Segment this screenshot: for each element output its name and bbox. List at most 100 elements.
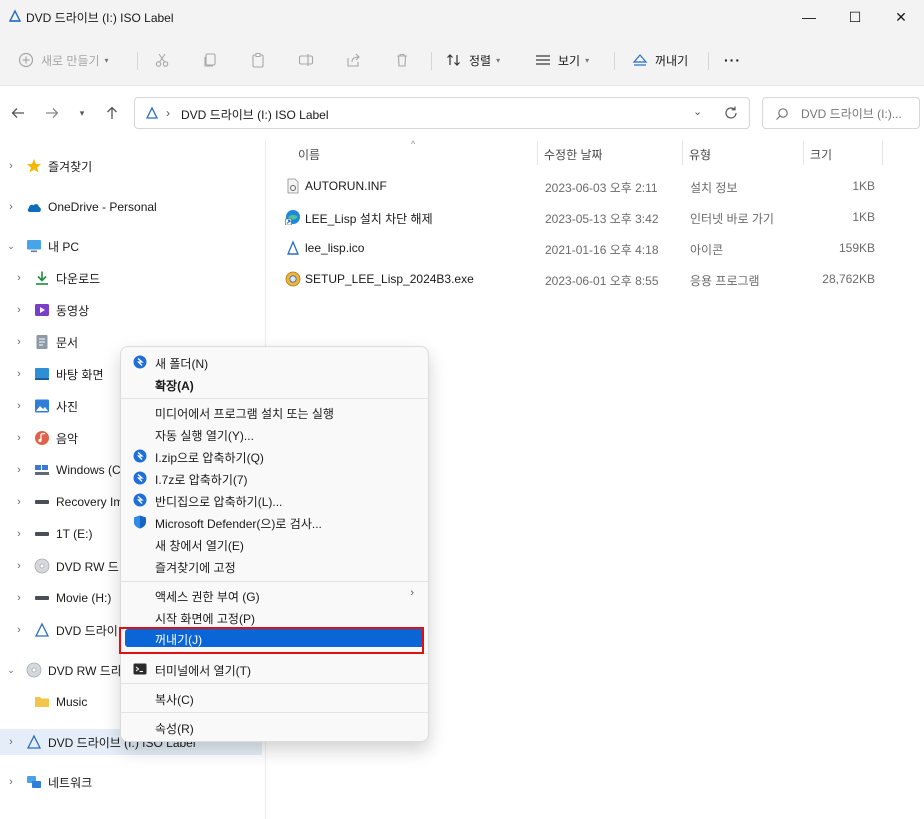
- more-options-button[interactable]: ···: [724, 46, 741, 74]
- chevron-right-icon[interactable]: ›: [14, 496, 24, 508]
- chevron-right-icon[interactable]: ›: [14, 528, 24, 540]
- menu-item-install-from-media[interactable]: 미디어에서 프로그램 설치 또는 실행: [125, 401, 424, 423]
- file-row[interactable]: AUTORUN.INF 2023-06-03 오후 2:11 설치 정보 1KB: [277, 172, 887, 200]
- share-button[interactable]: [346, 46, 362, 74]
- file-name: SETUP_LEE_Lisp_2024B3.exe: [305, 272, 474, 286]
- window-title: DVD 드라이브 (I:) ISO Label: [26, 11, 174, 25]
- arrow-left-icon: [11, 108, 24, 118]
- menu-item-give-access[interactable]: 액세스 권한 부여 (G) ›: [125, 584, 424, 606]
- chevron-right-icon[interactable]: ›: [14, 304, 24, 316]
- menu-item-copy[interactable]: 복사(C): [125, 687, 424, 709]
- column-header-name[interactable]: 이름: [298, 146, 320, 163]
- menu-item-compress-7z[interactable]: I.7z로 압축하기(7): [125, 467, 424, 489]
- chevron-right-icon[interactable]: ›: [6, 736, 16, 748]
- chevron-right-icon[interactable]: ›: [6, 201, 16, 213]
- nav-item-downloads[interactable]: › 다운로드: [0, 265, 262, 291]
- nav-item-label: Recovery Im: [56, 495, 124, 509]
- menu-item-new-folder[interactable]: 새 폴더(N): [125, 351, 424, 373]
- nav-item-this-pc[interactable]: ⌄ 내 PC: [0, 233, 262, 259]
- menu-item-expand[interactable]: 확장(A): [125, 373, 424, 395]
- forward-button[interactable]: [42, 103, 62, 123]
- menu-separator: [121, 581, 428, 582]
- menu-item-properties[interactable]: 속성(R): [125, 716, 424, 738]
- address-dropdown-icon[interactable]: ⌄: [693, 105, 702, 118]
- chevron-down-icon[interactable]: ⌄: [6, 241, 16, 252]
- sort-button[interactable]: 정렬 ▾: [446, 46, 500, 74]
- menu-item-pin-favorites[interactable]: 즐겨찾기에 고정: [125, 555, 424, 577]
- column-divider[interactable]: [537, 141, 538, 165]
- eject-button[interactable]: 꺼내기: [632, 46, 688, 74]
- dvd-icon: [34, 622, 50, 637]
- view-button[interactable]: 보기 ▾: [535, 46, 589, 74]
- nav-item-favorites[interactable]: › 즐겨찾기: [0, 153, 262, 179]
- chevron-right-icon[interactable]: ›: [14, 336, 24, 348]
- bandizip-icon: [133, 493, 147, 507]
- chevron-right-icon[interactable]: ›: [14, 560, 24, 572]
- search-box[interactable]: [762, 97, 920, 129]
- column-header-date[interactable]: 수정한 날짜: [544, 146, 603, 163]
- recent-locations-button[interactable]: ▾: [72, 103, 92, 123]
- back-button[interactable]: [8, 103, 28, 123]
- column-header-size[interactable]: 크기: [810, 146, 832, 163]
- file-size: 28,762KB: [822, 272, 875, 286]
- refresh-icon[interactable]: [723, 105, 739, 121]
- column-divider[interactable]: [803, 141, 804, 165]
- chevron-down-icon: ▾: [585, 55, 590, 65]
- menu-item-pin-start[interactable]: 시작 화면에 고정(P): [125, 606, 424, 628]
- chevron-right-icon[interactable]: ›: [14, 272, 24, 284]
- chevron-right-icon[interactable]: ›: [6, 160, 16, 172]
- file-row[interactable]: SETUP_LEE_Lisp_2024B3.exe 2023-06-01 오후 …: [277, 265, 887, 293]
- sort-icon: [447, 54, 460, 66]
- address-bar[interactable]: › DVD 드라이브 (I:) ISO Label ⌄: [134, 97, 750, 129]
- column-header-type[interactable]: 유형: [689, 146, 711, 163]
- chevron-right-icon[interactable]: ›: [14, 432, 24, 444]
- menu-item-compress-zip[interactable]: I.zip으로 압축하기(Q): [125, 445, 424, 467]
- new-button[interactable]: 새로 만들기 ▾: [18, 46, 109, 74]
- view-label: 보기: [558, 53, 581, 68]
- chevron-right-icon[interactable]: ›: [6, 776, 16, 788]
- divider: [614, 52, 615, 70]
- share-icon: [347, 53, 360, 67]
- breadcrumb-chevron-icon[interactable]: ›: [166, 106, 170, 120]
- menu-item-open-new-window[interactable]: 새 창에서 열기(E): [125, 533, 424, 555]
- column-divider[interactable]: [882, 141, 883, 165]
- menu-separator: [121, 683, 428, 684]
- sort-ascending-icon: ^: [411, 139, 416, 149]
- nav-item-network[interactable]: › 네트워크: [0, 769, 262, 795]
- nav-item-label: 다운로드: [56, 271, 101, 286]
- search-input[interactable]: [801, 104, 915, 124]
- maximize-button[interactable]: ☐: [832, 0, 878, 34]
- file-row[interactable]: LEE_Lisp 설치 차단 해제 2023-05-13 오후 3:42 인터넷…: [277, 203, 887, 231]
- nav-item-label: Movie (H:): [56, 591, 112, 605]
- document-icon: [36, 335, 48, 349]
- breadcrumb[interactable]: DVD 드라이브 (I:) ISO Label: [181, 106, 329, 123]
- menu-separator: [121, 712, 428, 713]
- chevron-right-icon[interactable]: ›: [14, 624, 24, 636]
- chevron-right-icon[interactable]: ›: [14, 400, 24, 412]
- nav-item-onedrive[interactable]: › OneDrive - Personal: [0, 194, 262, 220]
- divider: [708, 52, 709, 70]
- chevron-down-icon[interactable]: ⌄: [6, 665, 16, 676]
- rename-button[interactable]: [298, 46, 314, 74]
- menu-item-open-autoplay[interactable]: 자동 실행 열기(Y)...: [125, 423, 424, 445]
- folder-icon: [35, 697, 49, 707]
- settings-file-icon: [287, 178, 299, 194]
- menu-item-defender-scan[interactable]: Microsoft Defender(으)로 검사...: [125, 511, 424, 533]
- cut-button[interactable]: [154, 46, 170, 74]
- file-row[interactable]: lee_lisp.ico 2021-01-16 오후 4:18 아이콘 159K…: [277, 234, 887, 262]
- up-button[interactable]: [102, 103, 122, 123]
- menu-item-compress-bandizip[interactable]: 반디집으로 압축하기(L)...: [125, 489, 424, 511]
- nav-item-videos[interactable]: › 동영상: [0, 297, 262, 323]
- chevron-right-icon[interactable]: ›: [14, 592, 24, 604]
- delete-button[interactable]: [394, 46, 410, 74]
- minimize-button[interactable]: —: [786, 0, 832, 34]
- nav-item-label: 바탕 화면: [56, 367, 104, 382]
- chevron-right-icon[interactable]: ›: [14, 464, 24, 476]
- menu-item-open-terminal[interactable]: 터미널에서 열기(T): [125, 658, 424, 680]
- copy-button[interactable]: [202, 46, 218, 74]
- chevron-right-icon[interactable]: ›: [14, 368, 24, 380]
- close-button[interactable]: ✕: [878, 0, 924, 34]
- paste-button[interactable]: [250, 46, 266, 74]
- column-divider[interactable]: [682, 141, 683, 165]
- search-icon: [776, 108, 788, 120]
